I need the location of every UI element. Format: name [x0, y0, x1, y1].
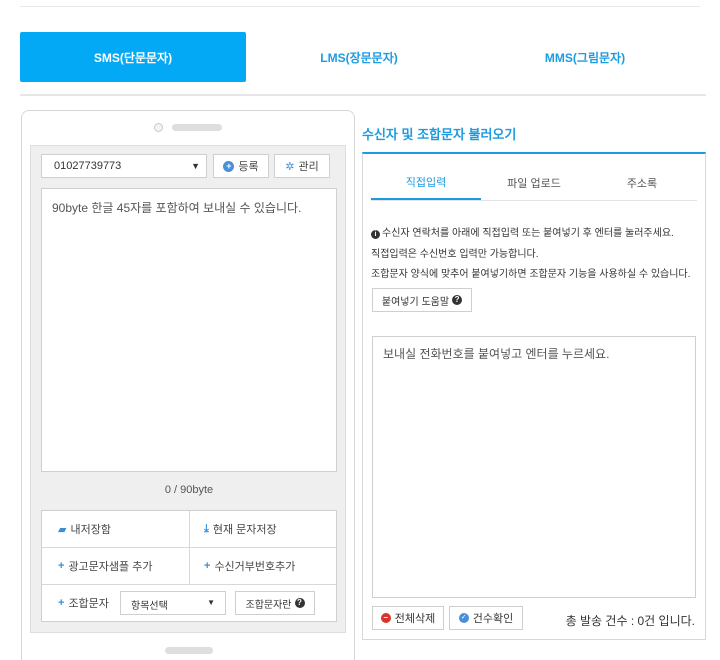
info-line: 조합문자 양식에 맞추어 붙여넣기하면 조합문자 기능을 사용하실 수 있습니다…	[371, 269, 691, 280]
add-reject-number-label: 수신거부번호추가	[214, 561, 296, 573]
recipient-section-title: 수신자 및 조합문자 불러오기	[362, 127, 517, 142]
tab-lms[interactable]: LMS(장문문자)	[246, 32, 472, 82]
camera-dot	[154, 123, 163, 132]
message-type-tabs: SMS(단문문자) LMS(장문문자) MMS(그림문자)	[20, 32, 706, 84]
info-line: i 수신자 연락처를 아래에 직접입력 또는 붙여넣기 후 엔터를 눌러주세요.	[371, 224, 701, 239]
plus-icon: +	[204, 560, 211, 572]
manage-label: 관리	[298, 161, 319, 173]
manage-button[interactable]: ✲ 관리	[274, 154, 330, 178]
phone-number-placeholder: 보내실 전화번호를 붙여넣고 엔터를 누르세요.	[383, 347, 610, 361]
add-reject-number-button[interactable]: + 수신거부번호추가	[204, 548, 334, 584]
tab-file-upload[interactable]: 파일 업로드	[479, 166, 589, 200]
caret-down-icon: ▼	[207, 598, 215, 607]
top-divider	[20, 6, 700, 7]
question-circle-icon: ?	[452, 295, 463, 305]
recipient-panel: 직접입력 파일 업로드 주소록 i 수신자 연락처를 아래에 직접입력 또는 붙여…	[362, 152, 706, 640]
info-line: 직접입력은 수신번호 입력만 가능합니다.	[371, 249, 539, 260]
byte-counter: 0 / 90byte	[164, 484, 214, 496]
register-button[interactable]: + 등록	[213, 154, 269, 178]
tabs-divider	[20, 94, 706, 96]
info-line-text: 수신자 연락처를 아래에 직접입력 또는 붙여넣기 후 엔터를 눌러주세요.	[382, 228, 674, 239]
add-ad-sample-label: 광고문자샘플 추가	[68, 561, 153, 573]
combo-help-label: 조합문자란	[245, 599, 292, 611]
minus-circle-icon: −	[380, 613, 391, 623]
tab-sms[interactable]: SMS(단문문자)	[20, 32, 246, 82]
phone-number-textarea[interactable]: 보내실 전화번호를 붙여넣고 엔터를 누르세요.	[372, 336, 696, 598]
question-circle-icon: ?	[294, 598, 305, 608]
plus-circle-icon: +	[223, 160, 235, 172]
count-check-label: 건수확인	[472, 613, 514, 625]
caret-down-icon: ▼	[191, 161, 200, 171]
plus-icon: +	[58, 597, 65, 609]
combo-item-select[interactable]: 항목선택 ▼	[120, 591, 226, 615]
info-circle-icon: i	[371, 230, 380, 239]
plus-icon: +	[58, 560, 65, 572]
combo-label-text: 조합문자	[68, 598, 109, 610]
sender-number-value: 01027739773	[54, 160, 122, 172]
message-placeholder: 90byte 한글 45자를 포함하여 보내실 수 있습니다.	[52, 201, 302, 215]
total-send-count: 총 발송 건수 : 0건 입니다.	[565, 614, 695, 628]
combo-help-button[interactable]: 조합문자란 ?	[235, 591, 315, 615]
phone-screen: 01027739773 ▼ + 등록 ✲ 관리 90byte 한글 45자를 포…	[30, 145, 346, 633]
tab-address-book[interactable]: 주소록	[587, 166, 697, 200]
phone-frame: 01027739773 ▼ + 등록 ✲ 관리 90byte 한글 45자를 포…	[21, 110, 355, 660]
message-textarea[interactable]: 90byte 한글 45자를 포함하여 보내실 수 있습니다.	[41, 188, 337, 472]
folder-open-icon: ▰	[58, 523, 67, 536]
paste-help-button[interactable]: 붙여넣기 도움말 ?	[372, 288, 472, 312]
tab-direct-input[interactable]: 직접입력	[371, 166, 481, 200]
register-label: 등록	[238, 161, 259, 173]
add-ad-sample-button[interactable]: + 광고문자샘플 추가	[58, 548, 188, 584]
save-current-label: 현재 문자저장	[212, 524, 277, 536]
my-storage-label: 내저장함	[70, 524, 111, 536]
count-check-button[interactable]: ✓ 건수확인	[449, 606, 523, 630]
sender-number-select[interactable]: 01027739773 ▼	[41, 154, 207, 178]
gear-icon: ✲	[285, 160, 295, 173]
check-circle-icon: ✓	[458, 613, 469, 623]
tab-mms[interactable]: MMS(그림문자)	[472, 32, 698, 82]
combo-item-select-value: 항목선택	[131, 601, 168, 612]
combo-label: + 조합문자	[58, 585, 118, 621]
action-grid: ▰ 내저장함 ⤓ 현재 문자저장 + 광고문자샘플 추가 + 수신거부번호추가 …	[41, 510, 337, 622]
save-current-button[interactable]: ⤓ 현재 문자저장	[204, 511, 334, 547]
home-bar	[165, 647, 213, 654]
tab-divider	[371, 200, 697, 201]
grid-divider	[189, 511, 190, 585]
delete-all-button[interactable]: − 전체삭제	[372, 606, 444, 630]
delete-all-label: 전체삭제	[394, 613, 436, 625]
paste-help-label: 붙여넣기 도움말	[381, 296, 450, 308]
download-icon: ⤓	[204, 522, 209, 535]
speaker-bar	[172, 124, 222, 131]
my-storage-button[interactable]: ▰ 내저장함	[58, 511, 188, 547]
